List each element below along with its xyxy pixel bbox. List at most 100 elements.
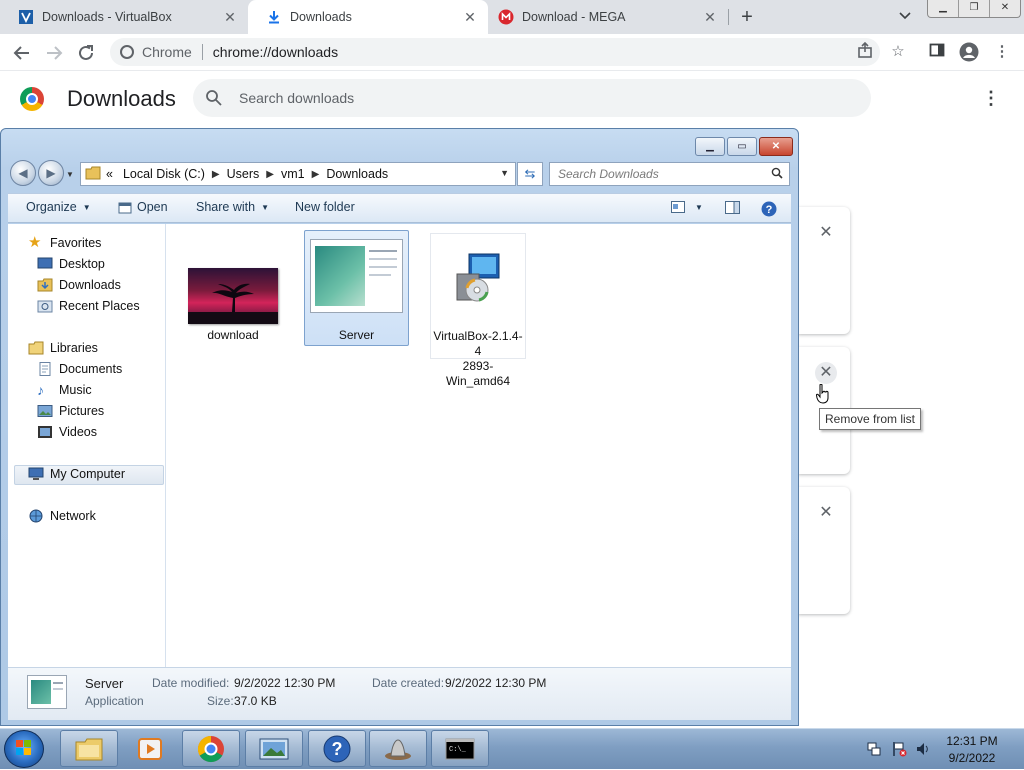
organize-button[interactable]: Organize ▼	[26, 200, 91, 214]
view-options-chevron-icon[interactable]: ▼	[695, 203, 703, 212]
nav-recent-places[interactable]: Recent Places	[37, 299, 140, 313]
back-icon[interactable]	[11, 42, 33, 64]
close-icon[interactable]: ✕	[462, 9, 478, 25]
window-controls: ▁ ❐ ✕	[927, 0, 1021, 18]
new-folder-button[interactable]: New folder	[295, 200, 355, 214]
details-file-type: Application	[85, 694, 144, 708]
nav-label: Downloads	[59, 278, 121, 292]
downloads-menu-icon[interactable]: ⋮	[982, 88, 1000, 108]
close-icon[interactable]: ✕	[990, 0, 1020, 17]
minimize-icon[interactable]: ▁	[928, 0, 959, 17]
tab-mega[interactable]: Download - MEGA ✕	[488, 0, 728, 34]
breadcrumb-arrow-icon[interactable]: ▶	[312, 169, 320, 180]
nav-libraries[interactable]: Libraries	[28, 341, 98, 355]
file-item[interactable]: VirtualBox-2.1.4-4 2893-Win_amd64	[430, 233, 526, 388]
chevron-down-icon: ▼	[261, 202, 269, 212]
selected-file-icon	[27, 675, 67, 709]
nav-downloads[interactable]: Downloads	[37, 278, 121, 292]
taskbar-command-prompt[interactable]: C:\_	[431, 730, 489, 767]
tab-title: Downloads	[290, 10, 352, 24]
breadcrumb-users[interactable]: Users	[227, 167, 260, 181]
open-label: Open	[137, 200, 168, 214]
address-bar[interactable]: « Local Disk (C:) ▶ Users ▶ vm1 ▶ Downlo…	[80, 162, 516, 186]
share-icon[interactable]	[855, 41, 875, 62]
details-file-name: Server	[85, 676, 124, 691]
file-item-selected[interactable]: Server	[304, 230, 409, 346]
change-view-icon[interactable]	[671, 201, 685, 215]
nav-label: Desktop	[59, 257, 105, 271]
remove-close-icon[interactable]: ✕	[815, 222, 837, 244]
star-icon: ★	[28, 234, 42, 251]
maximize-icon[interactable]: ▭	[727, 137, 757, 156]
taskbar-app[interactable]	[369, 730, 427, 767]
network-icon	[28, 509, 44, 523]
breadcrumb-overflow[interactable]: «	[106, 167, 113, 181]
omnibox[interactable]: Chrome chrome://downloads	[110, 38, 880, 66]
hat-icon	[385, 738, 411, 760]
network-tray-icon[interactable]	[866, 741, 882, 757]
new-tab-icon[interactable]: +	[737, 7, 757, 27]
site-chip[interactable]: Chrome	[120, 44, 192, 60]
remove-close-icon[interactable]: ✕	[815, 362, 837, 384]
breadcrumb-local-disk[interactable]: Local Disk (C:)	[123, 167, 205, 181]
address-dropdown-icon[interactable]: ▼	[500, 168, 509, 178]
explorer-search-box[interactable]	[549, 162, 790, 186]
url-text[interactable]: chrome://downloads	[213, 44, 338, 60]
explorer-window-controls: ▁ ▭ ✕	[693, 137, 793, 156]
taskbar-chrome[interactable]	[182, 730, 240, 767]
reload-icon[interactable]	[75, 42, 97, 64]
clock-date: 9/2/2022	[948, 751, 996, 765]
nav-favorites[interactable]: ★ Favorites	[28, 234, 101, 251]
omnibox-separator	[201, 44, 203, 60]
breadcrumb-downloads[interactable]: Downloads	[326, 167, 388, 181]
close-icon[interactable]: ✕	[702, 9, 718, 25]
volume-icon[interactable]	[915, 741, 931, 757]
nav-network[interactable]: Network	[28, 509, 96, 523]
profile-avatar-icon[interactable]	[959, 42, 979, 62]
open-button[interactable]: Open	[137, 200, 168, 214]
minimize-icon[interactable]: ▁	[695, 137, 725, 156]
system-clock[interactable]: 12:31 PM 9/2/2022	[940, 733, 1004, 767]
recent-pages-chevron-icon[interactable]: ▼	[66, 170, 74, 179]
restore-icon[interactable]: ❐	[959, 0, 990, 17]
breadcrumb-vm1[interactable]: vm1	[281, 167, 305, 181]
nav-pictures[interactable]: Pictures	[37, 404, 104, 418]
close-icon[interactable]: ✕	[222, 9, 238, 25]
breadcrumb-arrow-icon[interactable]: ▶	[266, 169, 274, 180]
start-button[interactable]	[4, 730, 44, 768]
back-icon[interactable]: ◀	[10, 160, 36, 186]
nav-my-computer[interactable]: My Computer	[28, 467, 125, 481]
preview-pane-icon[interactable]	[725, 201, 740, 215]
help-icon[interactable]: ?	[761, 201, 777, 217]
chrome-menu-icon[interactable]: ⋮	[992, 42, 1012, 62]
bookmark-star-icon[interactable]: ☆	[888, 42, 908, 62]
taskbar-media-player[interactable]	[121, 730, 179, 767]
forward-icon[interactable]	[43, 42, 65, 64]
downloads-search-box[interactable]	[193, 79, 871, 117]
tab-virtualbox[interactable]: Downloads - VirtualBox ✕	[0, 0, 248, 34]
nav-videos[interactable]: Videos	[37, 425, 97, 439]
taskbar-explorer[interactable]	[60, 730, 118, 767]
taskbar-help[interactable]: ?	[308, 730, 366, 767]
tab-downloads[interactable]: Downloads ✕	[248, 0, 488, 34]
taskbar-picture-viewer[interactable]	[245, 730, 303, 767]
folder-icon	[75, 738, 103, 760]
search-icon[interactable]	[771, 167, 783, 182]
forward-icon[interactable]: ▶	[38, 160, 64, 186]
close-icon[interactable]: ✕	[759, 137, 793, 156]
breadcrumb-arrow-icon[interactable]: ▶	[212, 169, 220, 180]
installer-icon	[453, 252, 503, 309]
remove-close-icon[interactable]: ✕	[815, 502, 837, 524]
action-center-flag-icon[interactable]	[891, 741, 907, 757]
nav-desktop[interactable]: Desktop	[37, 257, 105, 271]
share-with-button[interactable]: Share with ▼	[196, 200, 269, 214]
refresh-icon[interactable]: ⇆	[517, 162, 543, 186]
downloads-search-input[interactable]	[237, 89, 841, 107]
explorer-search-input[interactable]	[556, 166, 760, 182]
tab-search-chevron-icon[interactable]	[897, 9, 913, 25]
file-name: download	[207, 328, 259, 342]
nav-documents[interactable]: Documents	[37, 362, 122, 376]
svg-text:?: ?	[766, 204, 773, 216]
nav-music[interactable]: ♪ Music	[37, 383, 92, 397]
side-panel-icon[interactable]	[927, 42, 947, 62]
